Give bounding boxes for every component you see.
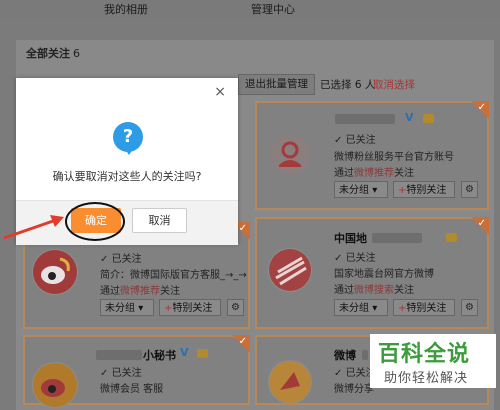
followed-status: ✓ 已关注 [334,253,376,264]
name-blurred [96,350,142,360]
follow-count: 6 [73,47,80,60]
card-name[interactable]: 小秘书 [143,347,176,363]
card-description: 微博会员 客服 [100,384,164,395]
group-select[interactable]: 未分组 ▾ [334,299,388,316]
cancel-button[interactable]: 取消 [132,208,187,233]
followed-status: ✓ 已关注 [100,368,142,379]
fan-service-icon [271,136,309,174]
nav-album[interactable]: 我的相册 [104,1,148,17]
weibo-logo-icon [33,363,77,407]
card-name[interactable]: 中国地 [334,230,367,246]
name-blurred [335,114,395,124]
check-icon: ✓ [334,135,343,146]
name-blurred [372,233,422,243]
top-nav: 我的相册 管理中心 [0,0,500,20]
check-icon: ✓ [477,218,486,229]
special-follow-button[interactable]: +特别关注 [393,299,455,316]
weibo-share-icon [269,361,311,403]
check-icon: ✓ [100,254,109,265]
seismic-logo-icon [269,249,311,291]
card-description: 微博分享 [334,384,374,395]
cancel-select-link[interactable]: 取消选择 [373,77,415,92]
avatar [268,360,312,404]
check-icon: ✓ [334,368,343,379]
check-icon: ✓ [238,223,247,234]
chevron-down-icon: ▾ [138,303,144,314]
watermark-subtitle: 助你轻松解决 [384,371,469,386]
followed-status: ✓ 已关注 [334,135,376,146]
question-icon: ? [113,122,143,155]
avatar [268,248,312,292]
dialog-message: 确认要取消对这些人的关注吗? [52,170,202,183]
gear-icon[interactable]: ⚙ [461,181,478,198]
member-badge-icon [446,233,457,242]
group-select[interactable]: 未分组 ▾ [334,181,388,198]
verified-icon: V [405,111,414,124]
annotation-arrow [3,215,64,240]
card-name[interactable]: 微博 [334,347,356,363]
special-follow-button[interactable]: +特别关注 [159,299,221,316]
verified-icon: V [180,346,189,359]
panel-title: 全部关注 6 [26,47,80,60]
chevron-down-icon: ▾ [372,303,378,314]
selected-count: 已选择 6 人 [320,79,376,91]
special-follow-button[interactable]: +特别关注 [393,181,455,198]
name-blurred [362,350,368,360]
follow-source: 通过微博搜索关注 [334,285,414,296]
gear-icon[interactable]: ⚙ [227,299,244,316]
nav-manage-center[interactable]: 管理中心 [251,1,295,17]
watermark: 百科全说 助你轻松解决 [370,334,496,388]
exit-batch-button[interactable]: 退出批量管理 [238,74,315,95]
avatar [32,249,78,295]
watermark-title: 百科全说 [378,342,471,367]
close-icon[interactable]: × [214,84,226,100]
check-icon: ✓ [477,102,486,113]
source-link[interactable]: 微博推荐 [354,168,394,179]
member-badge-icon [423,114,434,123]
avatar [32,362,78,408]
card-description: 简介：微博国际版官方客服_→_→ [100,270,247,281]
chevron-down-icon: ▾ [372,185,378,196]
card-description: 国家地震台网官方微博 [334,269,434,280]
group-select[interactable]: 未分组 ▾ [100,299,154,316]
check-icon: ✓ [100,368,109,379]
highlight-circle [65,202,125,241]
follow-source: 通过微博推荐关注 [100,286,180,297]
check-icon: ✓ [238,336,247,347]
member-badge-icon [197,349,208,358]
followed-status: ✓ 已关注 [100,254,142,265]
card-description: 微博粉丝服务平台官方账号 [334,152,454,163]
gear-icon[interactable]: ⚙ [461,299,478,316]
follow-source: 通过微博推荐关注 [334,168,414,179]
source-link[interactable]: 微博搜索 [354,285,394,296]
check-icon: ✓ [334,253,343,264]
source-link[interactable]: 微博推荐 [120,286,160,297]
weibo-logo-icon [33,250,77,294]
avatar [270,135,310,175]
